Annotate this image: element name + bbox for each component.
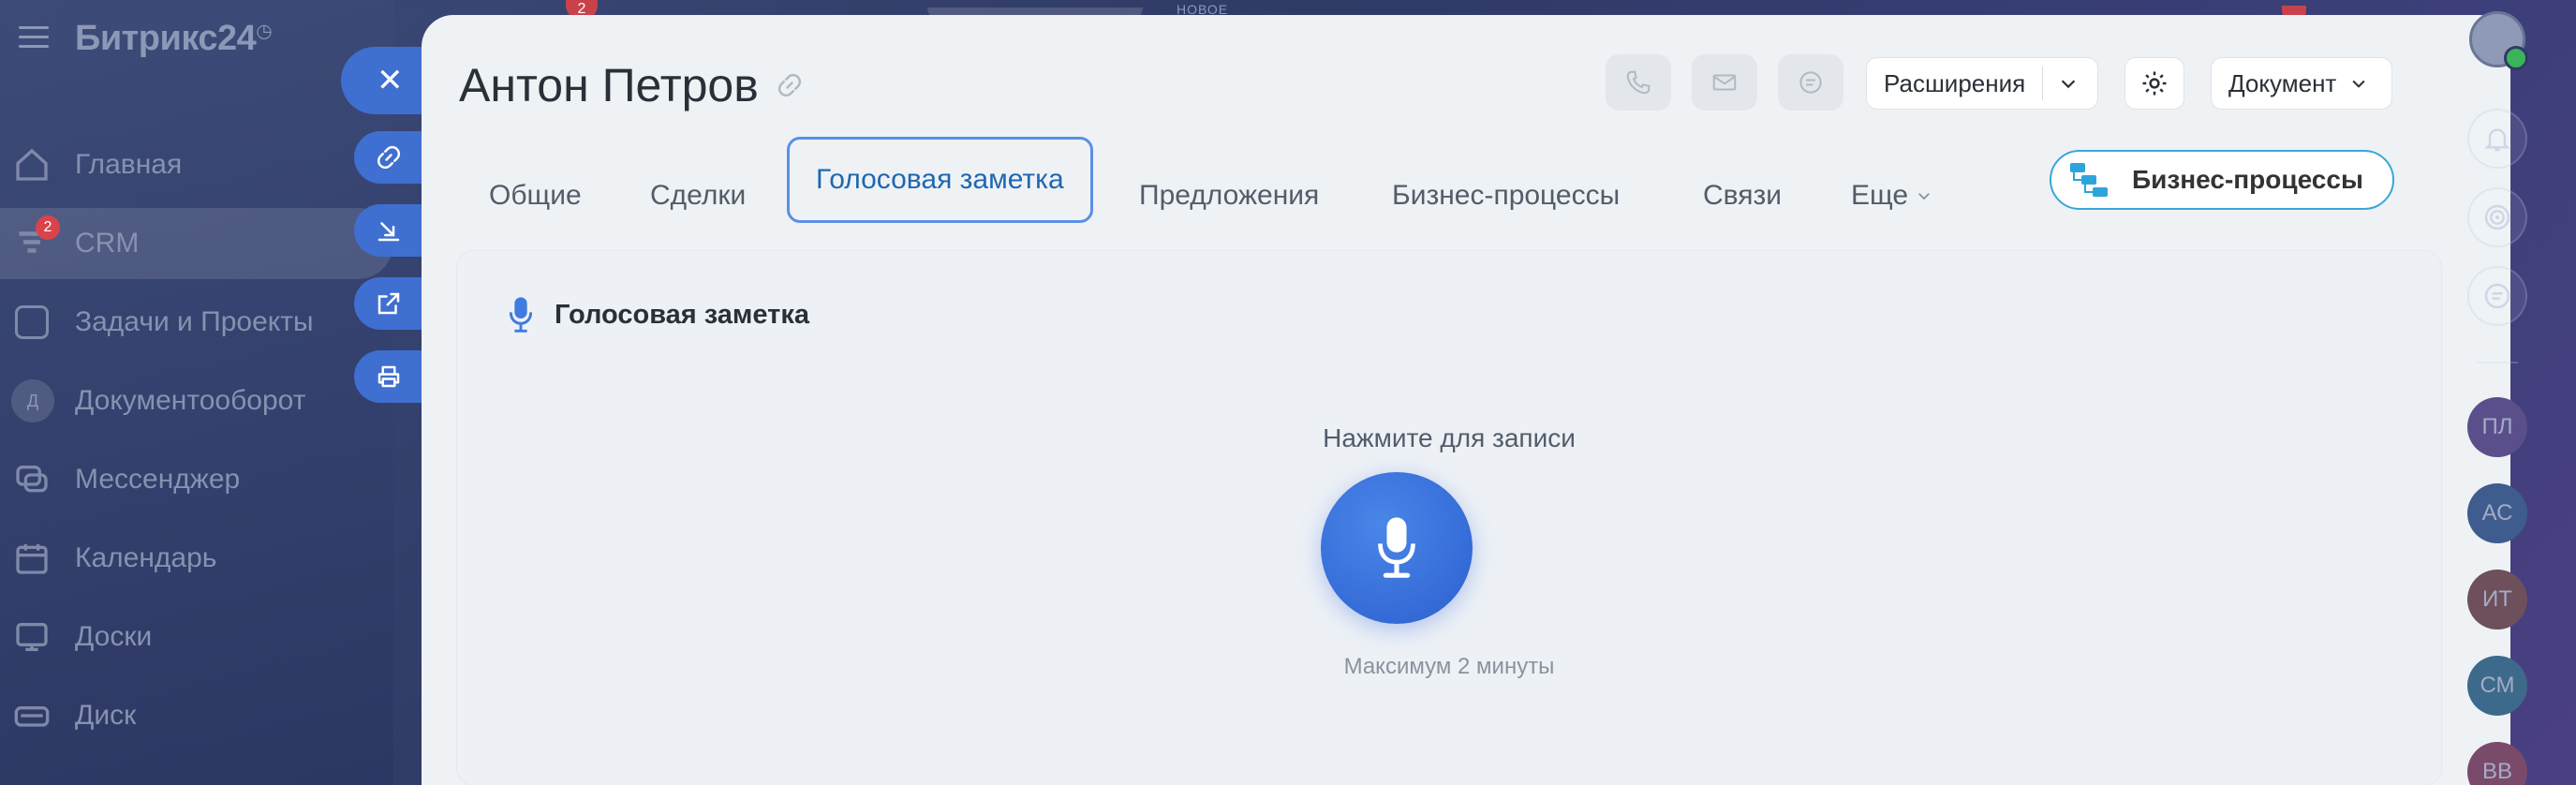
tab-deals[interactable]: Сделки xyxy=(650,156,746,236)
tab-general[interactable]: Общие xyxy=(489,156,582,236)
document-dropdown[interactable]: Документ xyxy=(2211,57,2392,110)
sidebar-item-boards[interactable]: Доски xyxy=(0,601,393,673)
disk-icon xyxy=(14,706,50,727)
rail-user-avatar[interactable]: СМ xyxy=(2467,656,2527,716)
document-label: Документ xyxy=(2228,68,2337,97)
sidebar-item-disk[interactable]: Диск xyxy=(0,680,393,751)
user-initials: ПЛ xyxy=(2481,414,2513,439)
max-duration-label: Максимум 2 минуты xyxy=(1343,654,1555,679)
rail-user-avatar[interactable]: АС xyxy=(2467,483,2527,543)
sidebar-item-crm[interactable]: 2 CRM xyxy=(0,208,393,279)
rail-user-avatar[interactable]: ПЛ xyxy=(2467,397,2527,457)
brand-name: Битрикс24 xyxy=(75,19,257,58)
current-user-avatar[interactable] xyxy=(2469,11,2528,70)
voice-note-header: Голосовая заметка xyxy=(508,296,809,333)
notifications-button[interactable] xyxy=(2467,109,2527,169)
tab-label: Бизнес-процессы xyxy=(1392,180,1621,211)
chevron-down-icon xyxy=(2352,80,2365,88)
tab-label: Общие xyxy=(489,180,582,211)
tab-label: Еще xyxy=(1851,180,1909,211)
tab-voice-note[interactable]: Голосовая заметка xyxy=(787,137,1093,223)
documents-letter-icon: Д xyxy=(11,379,54,422)
menu-icon[interactable] xyxy=(19,26,49,49)
contact-slider-panel: Антон Петров Расширения Документ Общие С… xyxy=(422,15,2510,785)
chat-button[interactable] xyxy=(1778,54,1843,111)
tasks-checkbox-icon xyxy=(15,305,49,339)
envelope-icon xyxy=(1712,74,1737,91)
chevron-down-icon xyxy=(2062,80,2076,89)
messenger-icon xyxy=(16,466,48,493)
microphone-icon xyxy=(509,297,533,333)
chevron-down-icon xyxy=(1918,193,1930,200)
tab-business-processes[interactable]: Бизнес-процессы xyxy=(1392,156,1620,236)
sidebar-item-label: Диск xyxy=(75,700,137,731)
user-initials: АС xyxy=(2481,500,2513,526)
clock-icon: ◷ xyxy=(256,21,273,42)
extensions-dropdown[interactable]: Расширения xyxy=(1866,57,2098,110)
sidebar-item-label: Мессенджер xyxy=(75,464,241,495)
tab-more[interactable]: Еще xyxy=(1851,156,1932,236)
gear-icon xyxy=(2142,71,2167,96)
settings-button[interactable] xyxy=(2124,57,2184,110)
chat-icon xyxy=(2484,283,2510,309)
messenger-chats-button[interactable] xyxy=(2467,266,2527,326)
email-button[interactable] xyxy=(1692,54,1757,111)
crm-badge: 2 xyxy=(36,215,60,240)
user-initials: ИТ xyxy=(2482,586,2512,612)
voice-note-title: Голосовая заметка xyxy=(555,299,809,330)
sidebar-item-label: Документооборот xyxy=(75,385,306,416)
sidebar-item-home[interactable]: Главная xyxy=(0,129,393,200)
tab-label: Предложения xyxy=(1139,180,1320,211)
sidebar-item-label: CRM xyxy=(75,228,140,259)
close-slider-button[interactable]: ✕ xyxy=(341,47,435,114)
user-initials: СМ xyxy=(2480,673,2515,698)
record-hint: Нажмите для записи xyxy=(1323,423,1576,452)
page-title: Антон Петров xyxy=(459,59,759,111)
sidebar-item-messenger[interactable]: Мессенджер xyxy=(0,444,393,515)
tab-proposals[interactable]: Предложения xyxy=(1139,156,1319,236)
boards-icon xyxy=(16,623,48,651)
sidebar-item-label: Доски xyxy=(75,621,153,652)
rail-divider xyxy=(2477,362,2518,363)
status-play-icon xyxy=(2504,46,2528,70)
copy-link-icon[interactable] xyxy=(776,71,804,99)
tab-links[interactable]: Связи xyxy=(1703,156,1782,236)
user-initials: ВВ xyxy=(2481,759,2512,784)
chat-icon xyxy=(1799,71,1822,94)
minimize-arrow-icon xyxy=(378,222,400,242)
extensions-label: Расширения xyxy=(1884,68,2026,97)
business-processes-button[interactable]: Бизнес-процессы xyxy=(2050,150,2394,210)
sidebar-item-label: Календарь xyxy=(75,542,217,573)
record-button[interactable] xyxy=(1321,472,1473,624)
sidebar-item-tasks[interactable]: Задачи и Проекты xyxy=(0,287,393,358)
printer-icon xyxy=(378,365,400,388)
left-sidebar: Битрикс24◷ Главная 2 CRM Задачи и Проект… xyxy=(0,0,393,785)
close-icon: ✕ xyxy=(377,63,404,98)
external-link-icon xyxy=(378,292,400,315)
openlines-icon xyxy=(2484,204,2510,230)
divider xyxy=(2042,67,2044,100)
sidebar-item-documents[interactable]: Д Документооборот xyxy=(0,365,393,437)
bell-icon xyxy=(2484,128,2510,152)
tab-label: Голосовая заметка xyxy=(816,164,1064,195)
home-icon xyxy=(16,148,48,181)
voice-note-card: Голосовая заметка Нажмите для записи Мак… xyxy=(457,251,2441,785)
business-process-icon xyxy=(2070,163,2108,197)
sidebar-item-label: Задачи и Проекты xyxy=(75,306,314,337)
openlines-button[interactable] xyxy=(2467,187,2527,247)
brand-logo[interactable]: Битрикс24◷ xyxy=(75,19,273,59)
link-icon xyxy=(377,145,401,170)
rail-user-avatar[interactable]: ИТ xyxy=(2467,570,2527,629)
microphone-icon xyxy=(1378,517,1415,578)
sidebar-item-label: Главная xyxy=(75,149,183,180)
tab-label: Связи xyxy=(1703,180,1783,211)
call-button[interactable] xyxy=(1606,54,1671,111)
sidebar-item-calendar[interactable]: Календарь xyxy=(0,523,393,594)
phone-icon xyxy=(1626,70,1651,95)
calendar-icon xyxy=(16,544,48,574)
business-processes-label: Бизнес-процессы xyxy=(2132,165,2363,194)
tab-label: Сделки xyxy=(650,180,747,211)
